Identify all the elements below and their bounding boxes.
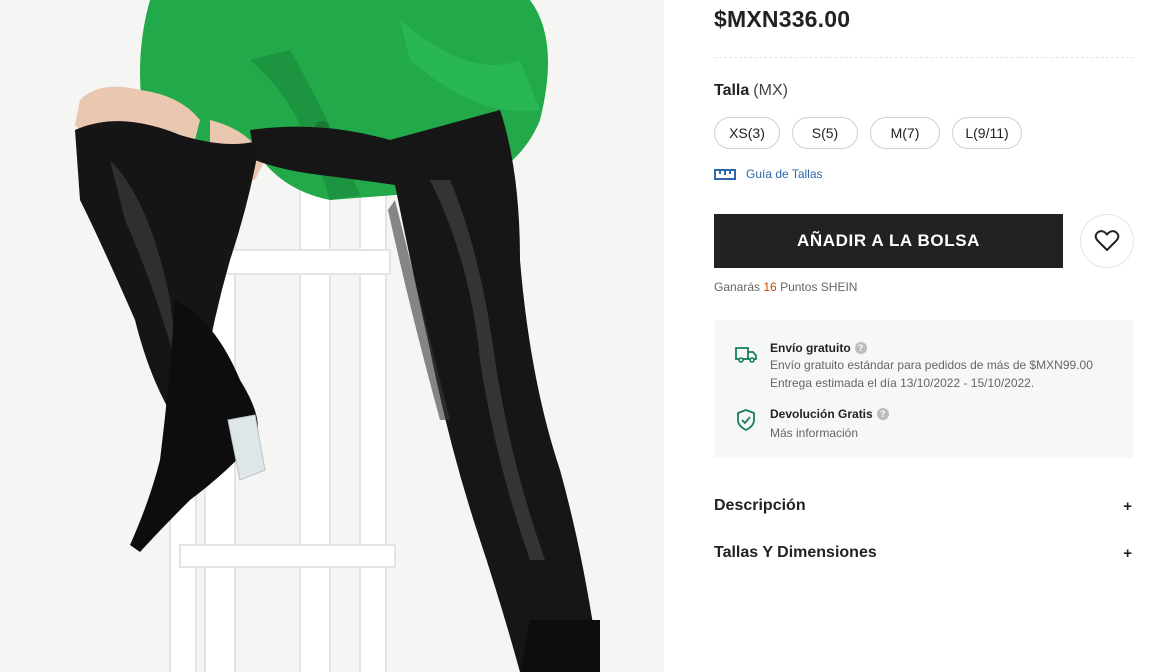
size-option-s[interactable]: S(5) (792, 117, 858, 149)
free-shipping-row: Envío gratuito ? Envío gratuito estándar… (734, 340, 1093, 392)
points-prefix: Ganarás (714, 280, 761, 294)
shipping-info-box: Envío gratuito ? Envío gratuito estándar… (714, 320, 1133, 458)
question-icon[interactable]: ? (854, 342, 867, 354)
accordion-description-label: Descripción (714, 497, 806, 514)
size-heading: Talla (MX) (714, 82, 788, 100)
accordion-sizes[interactable]: Tallas Y Dimensiones + (714, 541, 1134, 565)
product-photo (0, 0, 664, 672)
size-unit: (MX) (753, 82, 788, 99)
points-note: Ganarás 16 Puntos SHEIN (714, 280, 857, 294)
size-option-m[interactable]: M(7) (870, 117, 940, 149)
expand-icon[interactable]: + (1123, 545, 1132, 562)
size-label: Talla (714, 82, 750, 99)
ruler-icon (714, 169, 736, 180)
question-icon[interactable]: ? (876, 408, 889, 420)
heart-icon (1094, 230, 1120, 251)
free-shipping-title: Envío gratuito ? (770, 340, 1093, 356)
free-return-title: Devolución Gratis ? (770, 406, 889, 422)
size-options: XS(3) S(5) M(7) L(9/11) (714, 117, 1022, 149)
delivery-estimate: Entrega estimada el día 13/10/2022 - 15/… (770, 376, 1035, 390)
free-shipping-title-text: Envío gratuito (770, 341, 851, 355)
size-option-l[interactable]: L(9/11) (952, 117, 1022, 149)
free-shipping-detail: Envío gratuito estándar para pedidos de … (770, 358, 1093, 372)
shield-check-icon (737, 409, 755, 431)
size-guide-link[interactable]: Guía de Tallas (714, 167, 823, 181)
divider (714, 57, 1134, 58)
size-guide-label: Guía de Tallas (746, 167, 823, 181)
wishlist-button[interactable] (1080, 214, 1134, 268)
accordion-description[interactable]: Descripción + (714, 494, 1134, 518)
add-to-bag-button[interactable]: AÑADIR A LA BOLSA (714, 214, 1063, 268)
more-info-link[interactable]: Más información (770, 424, 889, 442)
accordion-sizes-label: Tallas Y Dimensiones (714, 544, 877, 561)
product-price: $MXN336.00 (714, 6, 851, 32)
free-return-row: Devolución Gratis ? Más información (734, 406, 889, 442)
product-info-panel: $MXN336.00 Talla (MX) XS(3) S(5) M(7) L(9… (714, 0, 1134, 672)
product-image (0, 0, 664, 672)
points-suffix: Puntos SHEIN (780, 280, 858, 294)
expand-icon[interactable]: + (1123, 498, 1132, 515)
truck-icon (735, 347, 757, 363)
free-return-title-text: Devolución Gratis (770, 407, 873, 421)
points-value: 16 (763, 280, 777, 294)
size-option-xs[interactable]: XS(3) (714, 117, 780, 149)
